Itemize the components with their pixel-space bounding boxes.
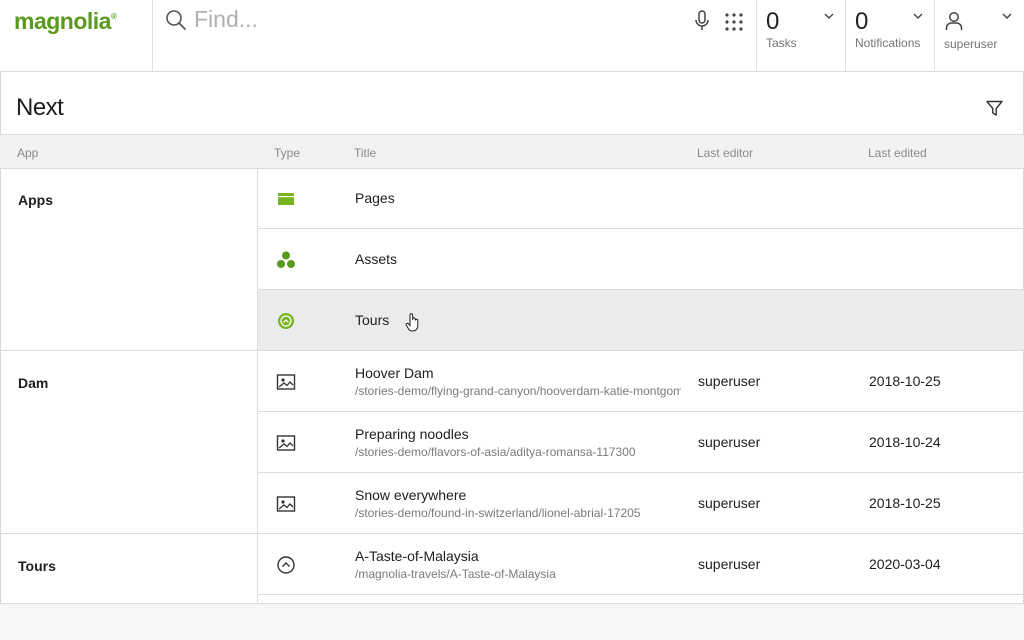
table-header: App Type Title Last editor Last edited — [0, 134, 1024, 169]
notifications-label: Notifications — [855, 36, 921, 50]
row-title: Pages — [355, 190, 395, 206]
magnolia-logo[interactable]: magnolia® — [14, 8, 126, 44]
user-name: superuser — [944, 37, 998, 51]
group-divider — [0, 533, 258, 534]
row-last-editor: superuser — [698, 434, 761, 450]
header-divider — [934, 0, 935, 72]
tasks-indicator[interactable]: 0 Tasks — [757, 0, 845, 72]
row-last-editor: superuser — [698, 556, 761, 572]
image-icon — [276, 496, 296, 512]
assets-app-icon — [277, 251, 295, 268]
row-path: /stories-demo/found-in-switzerland/lione… — [355, 506, 641, 520]
row-last-editor: superuser — [698, 495, 761, 511]
tasks-count: 0 — [766, 8, 780, 35]
pages-app-icon — [278, 193, 294, 205]
group-label-apps: Apps — [18, 192, 53, 208]
image-icon — [276, 374, 296, 390]
notifications-indicator[interactable]: 0 Notifications — [846, 0, 934, 72]
column-header-title[interactable]: Title — [354, 146, 376, 160]
table-row[interactable]: Snow everywhere /stories-demo/found-in-s… — [258, 473, 1024, 534]
top-bar: magnolia® 0 Tasks 0 Notifications su — [0, 0, 1024, 72]
column-header-app[interactable]: App — [17, 146, 38, 160]
user-icon — [945, 12, 963, 30]
row-title: Assets — [355, 251, 398, 267]
table-row[interactable]: Assets — [258, 229, 1024, 290]
notifications-count: 0 — [855, 8, 869, 35]
filter-icon[interactable] — [986, 100, 1003, 117]
microphone-icon[interactable] — [693, 10, 711, 32]
tours-app-icon — [278, 313, 294, 329]
chevron-down-icon — [913, 13, 923, 19]
column-header-last-edited[interactable]: Last edited — [868, 146, 927, 160]
row-path: /magnolia-travels/A-Taste-of-Malaysia — [355, 567, 556, 581]
header-divider — [152, 0, 153, 72]
table-row[interactable]: Pages — [258, 168, 1024, 229]
image-icon — [276, 435, 296, 451]
row-last-edited: 2018-10-25 — [869, 495, 941, 511]
row-title: Preparing noodles — [355, 426, 469, 442]
table-row[interactable]: Preparing noodles /stories-demo/flavors-… — [258, 412, 1024, 473]
search-input[interactable] — [194, 2, 674, 36]
app-launcher-icon[interactable] — [724, 12, 744, 32]
hand-cursor-icon — [405, 313, 419, 332]
row-last-editor: superuser — [698, 373, 761, 389]
row-path: /stories-demo/flying-grand-canyon/hoover… — [355, 384, 681, 398]
row-title: Tours — [355, 312, 390, 328]
tasks-label: Tasks — [766, 36, 797, 50]
group-divider — [0, 350, 258, 351]
row-last-edited: 2020-03-04 — [869, 556, 941, 572]
column-header-type[interactable]: Type — [274, 146, 300, 160]
column-header-last-editor[interactable]: Last editor — [697, 146, 753, 160]
search-icon[interactable] — [165, 9, 187, 31]
chevron-down-icon — [824, 13, 834, 19]
group-label-tours: Tours — [18, 558, 56, 574]
chevron-down-icon — [1002, 13, 1012, 19]
table-row[interactable]: A-Taste-of-Malaysia /magnolia-travels/A-… — [258, 534, 1024, 595]
tour-icon — [277, 556, 295, 574]
row-last-edited: 2018-10-24 — [869, 434, 941, 450]
row-title: A-Taste-of-Malaysia — [355, 548, 479, 564]
page-title: Next — [16, 94, 64, 121]
row-last-edited: 2018-10-25 — [869, 373, 941, 389]
table-row[interactable]: Tours — [258, 290, 1024, 351]
table-row[interactable]: Hoover Dam /stories-demo/flying-grand-ca… — [258, 351, 1024, 412]
row-title: Snow everywhere — [355, 487, 467, 503]
row-title: Hoover Dam — [355, 365, 434, 381]
footer-bar — [0, 603, 1024, 640]
row-path: /stories-demo/flavors-of-asia/aditya-rom… — [355, 445, 636, 459]
group-label-dam: Dam — [18, 375, 49, 391]
